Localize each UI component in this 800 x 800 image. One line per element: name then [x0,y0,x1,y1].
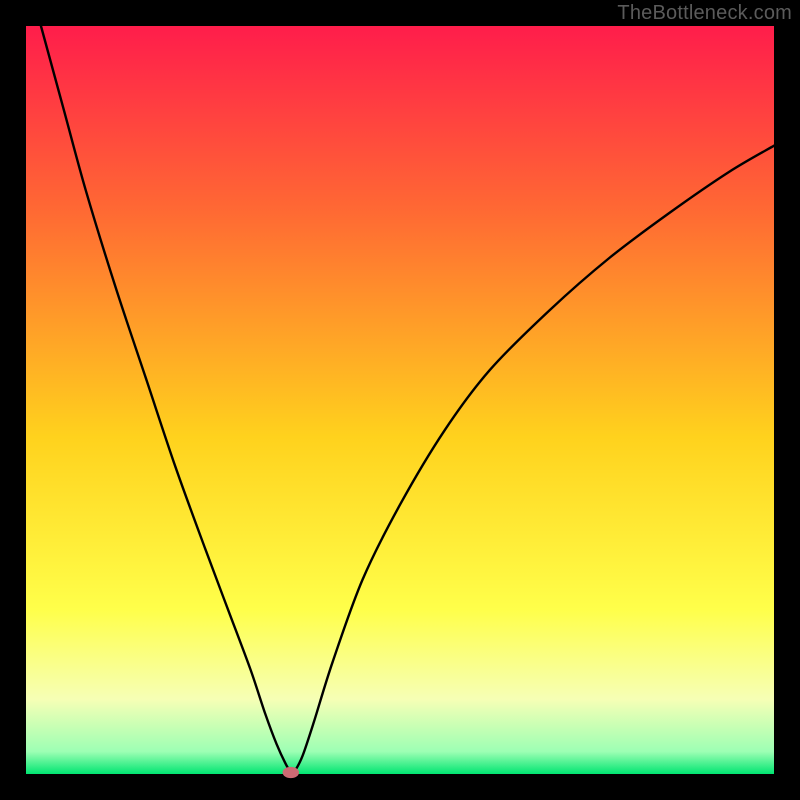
watermark-text: TheBottleneck.com [617,2,792,25]
chart-stage: TheBottleneck.com [0,0,800,800]
chart-background [26,26,774,774]
bottleneck-marker [283,767,299,778]
bottleneck-chart [0,0,800,800]
